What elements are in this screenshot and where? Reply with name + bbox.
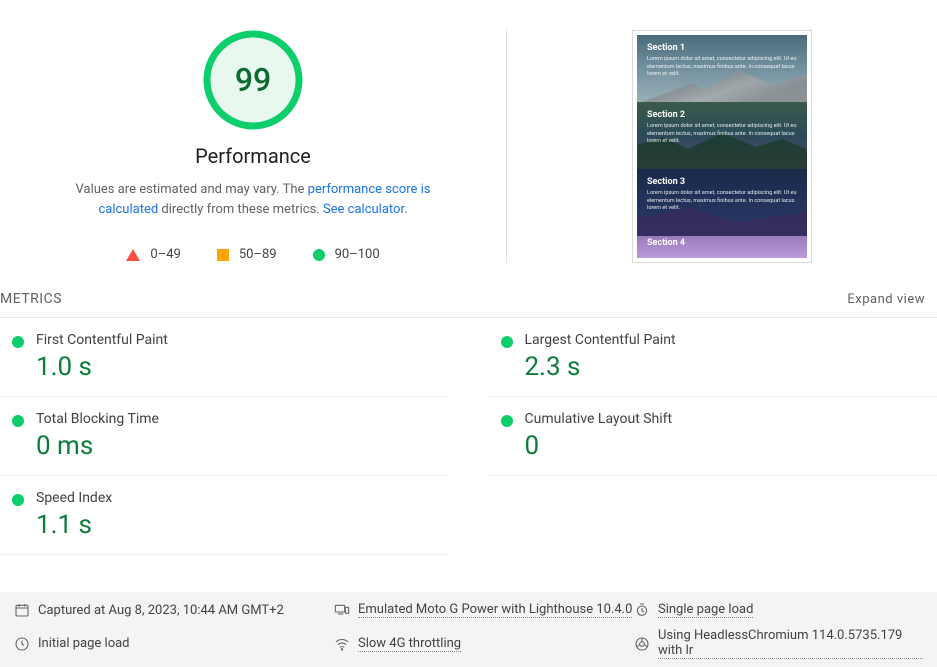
- preview-title: Section 2: [647, 110, 797, 120]
- metrics-grid: First Contentful Paint 1.0 s Largest Con…: [0, 318, 937, 555]
- circle-icon: [12, 336, 24, 348]
- preview-section: Section 3 Lorem ipsum dolor sit amet, co…: [637, 169, 807, 236]
- metric-label: Total Blocking Time: [36, 411, 159, 427]
- metric-value: 2.3 s: [525, 352, 676, 382]
- metric-value: 0 ms: [36, 431, 159, 461]
- metric-lcp[interactable]: Largest Contentful Paint 2.3 s: [489, 318, 937, 397]
- metric-fcp[interactable]: First Contentful Paint 1.0 s: [0, 318, 449, 397]
- timer-icon: [634, 602, 650, 618]
- gauge-score: 99: [203, 30, 303, 130]
- preview-text: Lorem ipsum dolor sit amet, consectetur …: [647, 123, 797, 146]
- footer-initial-text: Initial page load: [38, 636, 130, 651]
- network-icon: [334, 636, 350, 652]
- metric-value: 1.1 s: [36, 510, 112, 540]
- page-screenshot: Section 1 Lorem ipsum dolor sit amet, co…: [632, 30, 812, 263]
- preview-title: Section 4: [647, 238, 797, 248]
- preview-text: Lorem ipsum dolor sit amet, consectetur …: [647, 56, 797, 79]
- footer-emulated-text: Emulated Moto G Power with Lighthouse 10…: [358, 602, 632, 618]
- calendar-icon: [14, 602, 30, 618]
- legend-fail: 0–49: [126, 247, 180, 262]
- circle-icon: [313, 249, 325, 261]
- metric-cls[interactable]: Cumulative Layout Shift 0: [489, 397, 937, 476]
- circle-icon: [12, 494, 24, 506]
- legend-average-label: 50–89: [239, 247, 277, 262]
- footer-emulated[interactable]: Emulated Moto G Power with Lighthouse 10…: [334, 602, 634, 618]
- legend-fail-label: 0–49: [150, 247, 180, 262]
- legend-average: 50–89: [217, 247, 277, 262]
- circle-icon: [501, 415, 513, 427]
- footer-single-load[interactable]: Single page load: [634, 602, 923, 618]
- legend-pass-label: 90–100: [335, 247, 380, 262]
- see-calculator-link[interactable]: See calculator.: [323, 202, 408, 217]
- metrics-header: METRICS Expand view: [0, 283, 937, 318]
- disclaimer-text: Values are estimated and may vary. The p…: [53, 180, 453, 219]
- metric-value: 0: [525, 431, 673, 461]
- footer-browser-text: Using HeadlessChromium 114.0.5735.179 wi…: [658, 628, 923, 659]
- metric-label: Speed Index: [36, 490, 112, 506]
- preview-text: Lorem ipsum dolor sit amet, consectetur …: [647, 190, 797, 213]
- clock-icon: [14, 636, 30, 652]
- metric-tbt[interactable]: Total Blocking Time 0 ms: [0, 397, 449, 476]
- metric-si[interactable]: Speed Index 1.1 s: [0, 476, 449, 555]
- footer-browser[interactable]: Using HeadlessChromium 114.0.5735.179 wi…: [634, 628, 923, 659]
- metric-label: Largest Contentful Paint: [525, 332, 676, 348]
- footer-initial: Initial page load: [14, 628, 334, 659]
- preview-section: Section 4: [637, 236, 807, 258]
- triangle-icon: [126, 249, 140, 261]
- footer-captured: Captured at Aug 8, 2023, 10:44 AM GMT+2: [14, 602, 334, 618]
- metric-label: Cumulative Layout Shift: [525, 411, 673, 427]
- screenshot-column: Section 1 Lorem ipsum dolor sit amet, co…: [507, 30, 937, 263]
- runtime-footer: Captured at Aug 8, 2023, 10:44 AM GMT+2 …: [0, 592, 937, 667]
- metric-value: 1.0 s: [36, 352, 168, 382]
- metrics-heading: METRICS: [0, 291, 62, 307]
- metric-label: First Contentful Paint: [36, 332, 168, 348]
- footer-throttling[interactable]: Slow 4G throttling: [334, 628, 634, 659]
- performance-gauge: 99: [203, 30, 303, 130]
- preview-section: Section 2 Lorem ipsum dolor sit amet, co…: [637, 102, 807, 169]
- chrome-icon: [634, 636, 650, 652]
- footer-captured-text: Captured at Aug 8, 2023, 10:44 AM GMT+2: [38, 603, 284, 618]
- preview-section: Section 1 Lorem ipsum dolor sit amet, co…: [637, 35, 807, 102]
- footer-single-text: Single page load: [658, 602, 753, 618]
- disclaimer-mid: directly from these metrics.: [158, 202, 323, 217]
- circle-icon: [501, 336, 513, 348]
- devices-icon: [334, 602, 350, 618]
- category-title: Performance: [195, 144, 311, 168]
- legend-pass: 90–100: [313, 247, 380, 262]
- summary-section: 99 Performance Values are estimated and …: [0, 0, 937, 283]
- expand-view-toggle[interactable]: Expand view: [847, 292, 925, 307]
- score-legend: 0–49 50–89 90–100: [126, 247, 379, 262]
- preview-title: Section 3: [647, 177, 797, 187]
- preview-title: Section 1: [647, 43, 797, 53]
- footer-throttling-text: Slow 4G throttling: [358, 636, 461, 652]
- circle-icon: [12, 415, 24, 427]
- square-icon: [217, 249, 229, 261]
- score-column: 99 Performance Values are estimated and …: [0, 30, 507, 263]
- disclaimer-prefix: Values are estimated and may vary. The: [76, 182, 308, 197]
